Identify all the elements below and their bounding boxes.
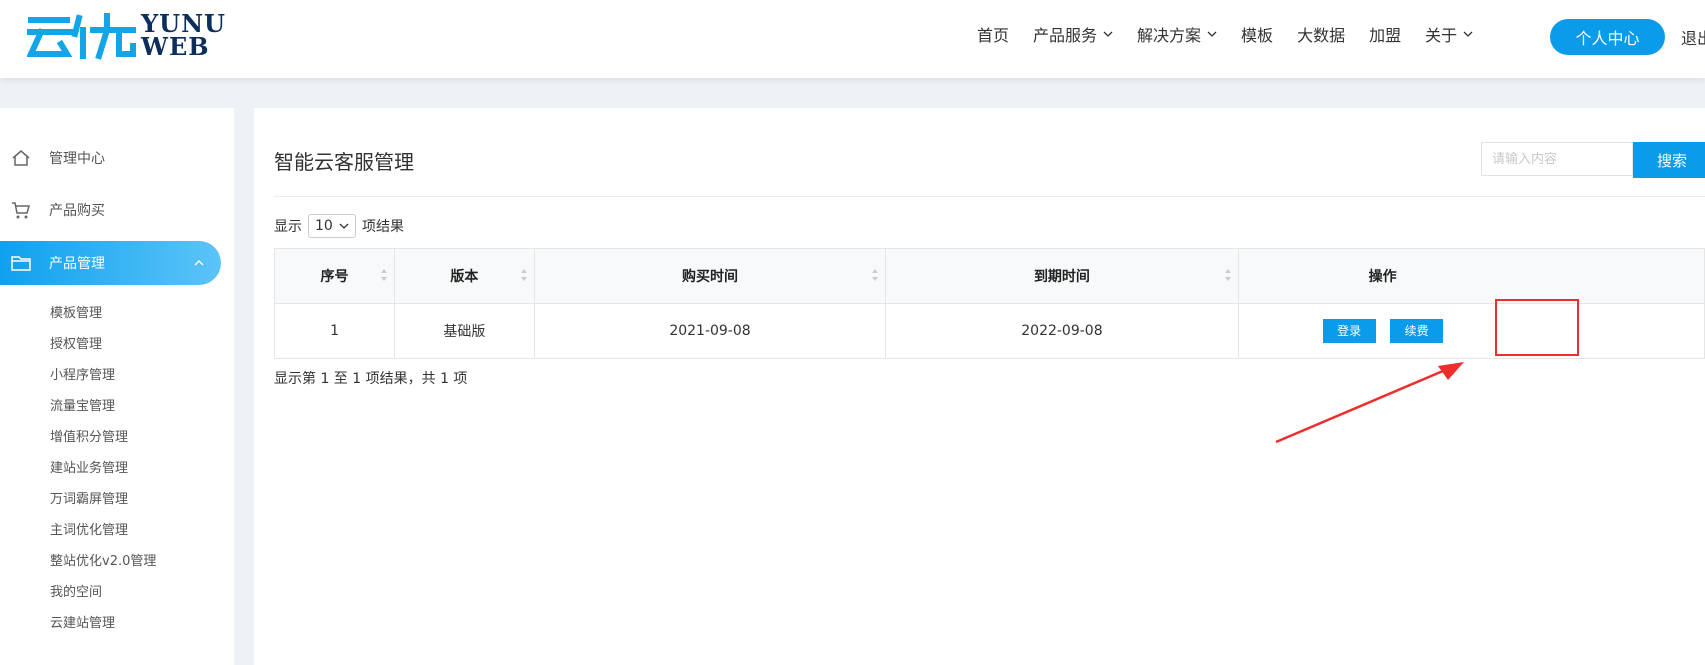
col-header-actions: 操作 — [1237, 248, 1705, 304]
sidebar-subitem-miniprogram[interactable]: 小程序管理 — [50, 364, 115, 383]
sidebar-subitem-my-space[interactable]: 我的空间 — [50, 581, 102, 600]
nav-templates[interactable]: 模板 — [1241, 22, 1273, 46]
chevron-down-icon — [1103, 31, 1113, 37]
col-header-label: 购买时间 — [682, 269, 738, 285]
cell-expire-time: 2022-09-08 — [885, 303, 1239, 359]
login-button[interactable]: 登录 — [1322, 319, 1376, 343]
sidebar-item-label: 产品购买 — [49, 203, 105, 219]
sidebar-subitem-cloud-site[interactable]: 云建站管理 — [50, 612, 115, 631]
page-size-select[interactable]: 10 — [308, 214, 356, 238]
sidebar-subitem-site-optimize[interactable]: 整站优化v2.0管理 — [50, 550, 156, 569]
logo-en-text: YUNU WEB — [141, 12, 226, 61]
sidebar-item-product-management[interactable]: 产品管理 — [0, 241, 221, 285]
sidebar-item-purchase[interactable]: 产品购买 — [0, 188, 221, 232]
cell-purchase-time: 2021-09-08 — [533, 303, 887, 359]
col-header-index[interactable]: 序号 — [273, 248, 396, 304]
nav-join[interactable]: 加盟 — [1369, 22, 1401, 46]
sort-icon — [872, 269, 879, 281]
nav-products[interactable]: 产品服务 — [1033, 22, 1113, 46]
col-header-version[interactable]: 版本 — [394, 248, 535, 304]
chevron-down-icon — [1463, 31, 1473, 37]
sort-icon — [1224, 269, 1231, 281]
col-header-label: 操作 — [1368, 269, 1397, 285]
sidebar-subitem-main-keyword[interactable]: 主词优化管理 — [50, 519, 128, 538]
chevron-down-icon — [339, 223, 349, 229]
annotation-arrow-icon — [1275, 362, 1464, 444]
chevron-up-icon — [194, 260, 204, 266]
nav-bigdata[interactable]: 大数据 — [1297, 22, 1345, 46]
sidebar-item-management-center[interactable]: 管理中心 — [0, 136, 221, 180]
nav-label: 加盟 — [1369, 26, 1402, 45]
col-header-expire-time[interactable]: 到期时间 — [885, 248, 1239, 304]
chevron-down-icon — [1207, 31, 1217, 37]
user-center-button[interactable]: 个人中心 — [1550, 19, 1665, 55]
logo-cn-mark — [27, 13, 136, 60]
renew-button[interactable]: 续费 — [1390, 319, 1444, 343]
nav-solutions[interactable]: 解决方案 — [1137, 22, 1217, 46]
sidebar-subitem-traffic[interactable]: 流量宝管理 — [50, 395, 115, 414]
site-logo[interactable]: YUNU WEB — [27, 10, 237, 60]
page-size-value: 10 — [315, 218, 333, 234]
page-title: 智能云客服管理 — [274, 150, 414, 174]
folder-icon — [11, 256, 31, 271]
nav-label: 大数据 — [1297, 26, 1346, 45]
title-divider — [274, 196, 1705, 197]
sort-icon — [381, 269, 388, 281]
sidebar-subitem-points[interactable]: 增值积分管理 — [50, 426, 128, 445]
nav-label: 产品服务 — [1033, 26, 1098, 45]
sidebar-item-label: 产品管理 — [49, 256, 105, 272]
cell-actions: 登录 续费 — [1237, 303, 1705, 359]
show-prefix: 显示 — [274, 219, 302, 235]
nav-about[interactable]: 关于 — [1425, 22, 1473, 46]
sidebar-subitem-keywords[interactable]: 万词霸屏管理 — [50, 488, 128, 507]
col-header-purchase-time[interactable]: 购买时间 — [533, 248, 887, 304]
sort-icon — [520, 269, 527, 281]
col-header-label: 版本 — [450, 269, 479, 285]
logout-link[interactable]: 退出 — [1681, 25, 1705, 49]
nav-label: 解决方案 — [1137, 26, 1202, 45]
col-header-label: 到期时间 — [1033, 269, 1090, 285]
top-header: YUNU WEB 首页 产品服务 解决方案 模板 大数据 加盟 关于 个人中心 … — [0, 0, 1705, 78]
sidebar: 管理中心 产品购买 产品管理 模板管理 授权管理 小程序管理 流量宝管理 增值积… — [0, 108, 234, 665]
sidebar-subitem-templates[interactable]: 模板管理 — [50, 302, 102, 321]
logo-en-bottom: WEB — [141, 32, 210, 61]
cell-index: 1 — [273, 303, 396, 359]
nav-label: 首页 — [977, 26, 1010, 45]
sidebar-subitem-authorization[interactable]: 授权管理 — [50, 333, 102, 352]
search-button[interactable]: 搜索 — [1633, 142, 1705, 178]
nav-label: 模板 — [1241, 26, 1274, 45]
home-icon — [12, 150, 30, 166]
sidebar-subitem-site-business[interactable]: 建站业务管理 — [50, 457, 128, 476]
col-header-label: 序号 — [320, 269, 349, 285]
cell-version: 基础版 — [394, 303, 535, 359]
show-suffix: 项结果 — [362, 219, 404, 235]
table-info: 显示第 1 至 1 项结果，共 1 项 — [274, 371, 468, 387]
nav-home[interactable]: 首页 — [977, 22, 1009, 46]
search-input[interactable] — [1481, 142, 1633, 176]
cart-icon — [12, 202, 30, 219]
nav-label: 关于 — [1425, 26, 1458, 45]
highlight-box — [1495, 299, 1579, 356]
page-size-control: 显示 10 项结果 — [274, 214, 404, 238]
data-table: 序号 版本 购买时间 到期时间 操作 1 基础版 2021-09-08 2022… — [273, 248, 1705, 359]
table-row: 1 基础版 2021-09-08 2022-09-08 登录 续费 — [273, 303, 1705, 359]
sidebar-item-label: 管理中心 — [49, 151, 105, 167]
main-nav: 首页 产品服务 解决方案 模板 大数据 加盟 关于 — [977, 22, 1497, 46]
main-panel: 智能云客服管理 搜索 显示 10 项结果 序号 版本 购买时间 到期时间 操作 … — [254, 108, 1705, 665]
